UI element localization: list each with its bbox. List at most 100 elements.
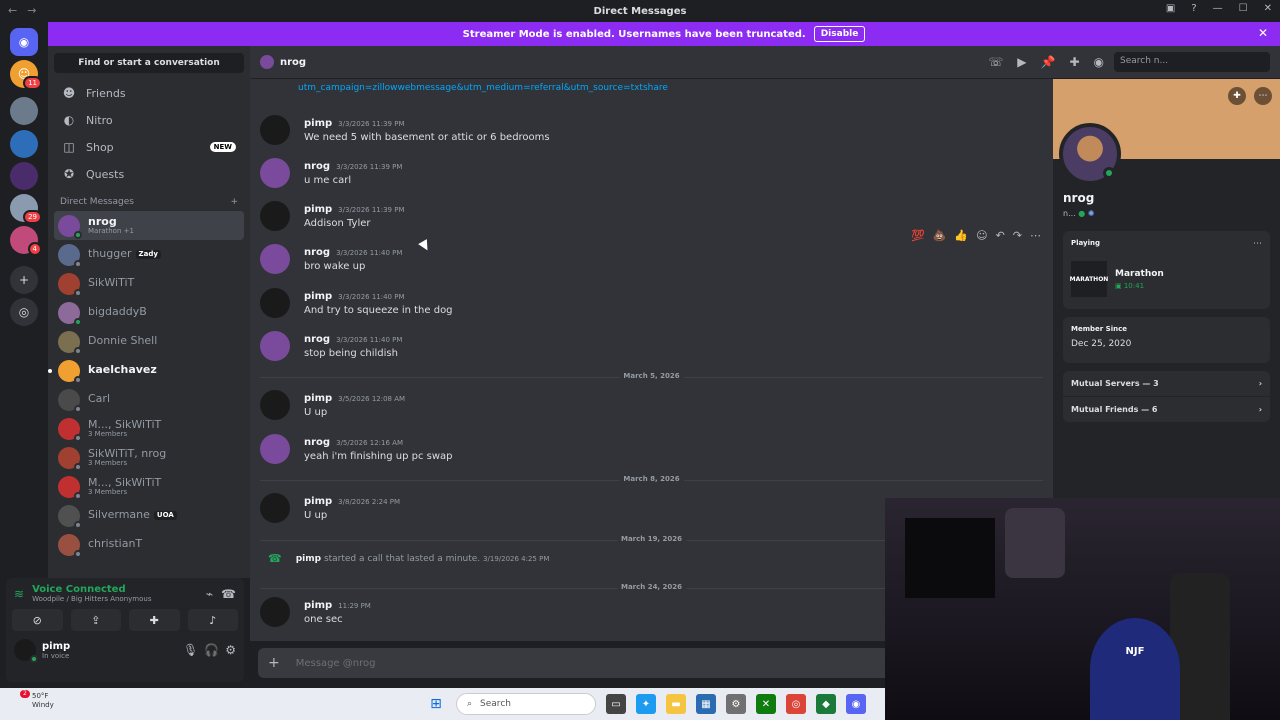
mic-icon[interactable]: 🎙 [183, 643, 198, 657]
reaction-thumbsup-icon[interactable]: 👍 [954, 229, 968, 242]
pin-icon[interactable]: 📌 [1041, 55, 1056, 69]
server-icon[interactable]: 29 [10, 194, 42, 224]
avatar[interactable] [260, 493, 290, 523]
server-icon[interactable]: 4 [10, 226, 42, 256]
noise-suppression-icon[interactable]: ⌁ [206, 587, 213, 601]
avatar[interactable] [260, 331, 290, 361]
message[interactable]: nrog 3/3/2026 11:40 PM stop being childish [260, 331, 402, 371]
video-call-icon[interactable]: ▶ [1017, 55, 1026, 69]
inbox-icon[interactable]: ▣ [1166, 3, 1175, 14]
server-icon[interactable]: ☺ 11 [10, 60, 42, 90]
message-author[interactable]: nrog [304, 161, 330, 172]
chrome-icon[interactable]: ◎ [786, 694, 806, 714]
back-icon[interactable]: ← [8, 4, 17, 17]
message[interactable]: nrog 3/5/2026 12:16 AM yeah i'm finishing … [260, 434, 453, 474]
store-icon[interactable]: ▦ [696, 694, 716, 714]
twitter-icon[interactable]: ✦ [636, 694, 656, 714]
dm-item[interactable]: Silvermane UOA [54, 501, 244, 530]
xbox-icon[interactable]: ✕ [756, 694, 776, 714]
dm-item[interactable]: M..., SikWiTiT 3 Members [54, 472, 244, 501]
mutual-servers-row[interactable]: Mutual Servers — 3 › [1063, 371, 1270, 396]
dm-item[interactable]: kaelchavez [48, 356, 244, 385]
add-friend-icon[interactable]: ✚ [1228, 87, 1246, 105]
reaction-100-icon[interactable]: 💯 [911, 229, 925, 242]
current-user[interactable]: pimp In voice 🎙 🎧 ⚙ [6, 631, 244, 669]
dm-item[interactable]: bigdaddyB [54, 298, 244, 327]
close-window-icon[interactable]: ✕ [1264, 3, 1272, 14]
server-icon[interactable] [10, 97, 38, 125]
app-icon[interactable]: ◆ [816, 694, 836, 714]
voice-connected-label[interactable]: Voice Connected [32, 584, 198, 595]
server-icon[interactable] [10, 130, 38, 158]
settings-gear-icon[interactable]: ⚙ [225, 643, 236, 657]
zillow-link[interactable]: utm_campaign=zillowwebmessage&utm_medium… [298, 83, 668, 93]
message-author[interactable]: pimp [304, 291, 332, 302]
add-friends-icon[interactable]: ✚ [1069, 55, 1079, 69]
soundboard-button[interactable]: ♪ [187, 609, 238, 631]
add-server-icon[interactable]: + [10, 266, 38, 294]
dm-item[interactable]: Donnie Shell [54, 327, 244, 356]
camera-button[interactable]: ⊘ [12, 609, 63, 631]
activity-button[interactable]: ✚ [129, 609, 180, 631]
dm-item[interactable]: nrog Marathon +1 [54, 211, 244, 240]
dm-item[interactable]: SikWiTiT, nrog 3 Members [54, 443, 244, 472]
message-author[interactable]: nrog [304, 437, 330, 448]
minimize-icon[interactable]: — [1213, 3, 1223, 14]
message[interactable]: pimp 3/8/2026 2:24 PM U up [260, 493, 400, 533]
reaction-poop-icon[interactable]: 💩 [933, 229, 947, 242]
message[interactable]: pimp 3/3/2026 11:39 PM Addison Tyler [260, 201, 405, 241]
nav-item-shop[interactable]: ◫ Shop NEW [54, 134, 244, 160]
taskbar-search[interactable]: ⌕ Search [456, 693, 596, 715]
explore-icon[interactable]: ◎ [10, 298, 38, 326]
nav-item-nitro[interactable]: ◐ Nitro [54, 107, 244, 133]
avatar[interactable] [260, 390, 290, 420]
profile-avatar[interactable] [1059, 123, 1121, 185]
message[interactable]: pimp 3/3/2026 11:39 PM We need 5 with base… [260, 115, 550, 155]
maximize-icon[interactable]: ☐ [1239, 3, 1248, 14]
discord-icon[interactable]: ◉ [846, 694, 866, 714]
add-reaction-icon[interactable]: ☺ [976, 229, 987, 242]
avatar[interactable] [260, 158, 290, 188]
avatar[interactable] [260, 244, 290, 274]
more-icon[interactable]: ⋯ [1030, 229, 1041, 242]
message-author[interactable]: pimp [304, 118, 332, 129]
settings-icon[interactable]: ⚙ [726, 694, 746, 714]
call-author[interactable]: pimp [296, 554, 321, 564]
dm-item[interactable]: Carl [54, 385, 244, 414]
find-conversation-button[interactable]: Find or start a conversation [54, 53, 244, 73]
message[interactable]: nrog 3/3/2026 11:39 PM u me carl [260, 158, 402, 198]
task-view-icon[interactable]: ▭ [606, 694, 626, 714]
header-username[interactable]: nrog [280, 57, 306, 68]
message-author[interactable]: pimp [304, 496, 332, 507]
screen-share-button[interactable]: ⇪ [70, 609, 121, 631]
avatar[interactable] [260, 201, 290, 231]
dm-item[interactable]: SikWiTiT [54, 269, 244, 298]
message-input[interactable]: Message @nrog [296, 658, 376, 669]
nav-item-quests[interactable]: ✪ Quests [54, 161, 244, 187]
close-banner-icon[interactable]: ✕ [1258, 26, 1268, 40]
activity-more-icon[interactable]: ⋯ [1253, 239, 1262, 249]
disable-button[interactable]: Disable [813, 26, 866, 42]
forward-icon[interactable]: → [27, 4, 36, 17]
message[interactable]: pimp 3/3/2026 11:40 PM And try to squeeze … [260, 288, 453, 328]
search-input[interactable]: Search n... [1114, 52, 1270, 72]
file-explorer-icon[interactable]: ▬ [666, 694, 686, 714]
attach-plus-icon[interactable]: + [268, 655, 280, 671]
server-icon[interactable]: ◉ [10, 28, 38, 56]
avatar[interactable] [260, 597, 290, 627]
weather-widget[interactable]: 2 50°F Windy [10, 690, 54, 710]
message-author[interactable]: pimp [304, 393, 332, 404]
reply-icon[interactable]: ↶ [996, 229, 1005, 242]
headphones-icon[interactable]: 🎧 [204, 643, 219, 657]
dm-item[interactable]: thugger Zady [54, 240, 244, 269]
user-profile-icon[interactable]: ◉ [1094, 55, 1104, 69]
add-dm-icon[interactable]: + [230, 197, 238, 207]
voice-call-icon[interactable]: ☏ [988, 55, 1003, 69]
avatar[interactable] [260, 115, 290, 145]
message[interactable]: nrog 3/3/2026 11:40 PM bro wake up [260, 244, 402, 284]
help-icon[interactable]: ? [1191, 3, 1196, 14]
dm-item[interactable]: M..., SikWiTiT 3 Members [54, 414, 244, 443]
server-icon[interactable] [10, 162, 38, 190]
avatar[interactable] [260, 288, 290, 318]
voice-channel[interactable]: Woodpile / Big Hitters Anonymous [32, 595, 198, 603]
